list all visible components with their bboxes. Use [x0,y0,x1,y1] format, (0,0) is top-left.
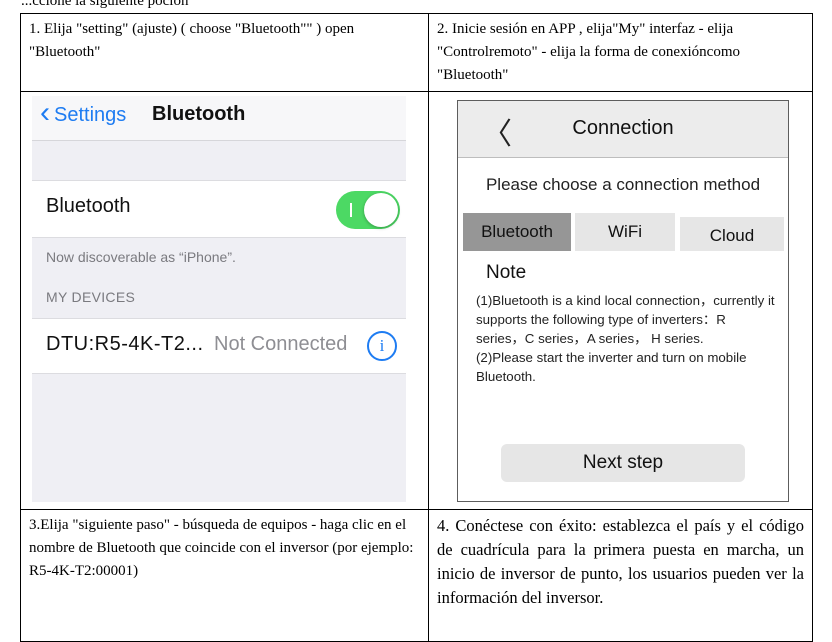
tab-cloud[interactable]: Cloud [680,217,784,251]
page-fragment-text: ...ccione la siguiente poción [21,0,189,9]
instruction-table: 1. Elija "setting" (ajuste) ( choose "Bl… [20,13,813,642]
step-2-cell: 2. Inicie sesión en APP , elija"My" inte… [428,13,813,92]
toggle-knob [364,193,398,227]
ios-bluetooth-screen: ‹ Settings Bluetooth Bluetooth Now disco… [32,96,406,502]
discoverable-note: Now discoverable as “iPhone”. [46,249,236,265]
step-3-cell: 3.Elija "siguiente paso" - búsqueda de e… [20,509,429,642]
chevron-left-icon: ‹ [40,96,50,129]
ios-page-title: Bluetooth [152,103,246,125]
connection-prompt: Please choose a connection method [485,175,761,194]
device-status: Not Connected [214,333,348,355]
step-1-cell: 1. Elija "setting" (ajuste) ( choose "Bl… [20,13,429,92]
bluetooth-label: Bluetooth [46,195,131,217]
note-line-1: (1)Bluetooth is a kind local connection，… [476,293,775,346]
ios-screenshot-cell: ‹ Settings Bluetooth Bluetooth Now disco… [20,91,429,510]
settings-back-button[interactable]: ‹ Settings [40,98,127,128]
app-nav-bar: Connection 〈 [458,101,788,158]
step-4-cell: 4. Conéctese con éxito: establezca el pa… [428,509,813,642]
back-label: Settings [54,103,127,126]
device-name: DTU:R5-4K-T2... [46,333,204,355]
step-3-text: 3.Elija "siguiente paso" - búsqueda de e… [29,517,414,579]
connection-method-tabs: Bluetooth WiFi Cloud [458,213,788,251]
ios-nav-bar: ‹ Settings Bluetooth [32,96,406,141]
tab-wifi[interactable]: WiFi [575,213,675,251]
toggle-on-indicator [350,203,352,217]
step-1-text: 1. Elija "setting" (ajuste) ( choose "Bl… [29,21,355,60]
bluetooth-row: Bluetooth [32,180,406,238]
table-row: 3.Elija "siguiente paso" - búsqueda de e… [20,509,813,642]
note-heading: Note [486,262,527,283]
table-row: ‹ Settings Bluetooth Bluetooth Now disco… [20,91,813,510]
tab-bluetooth[interactable]: Bluetooth [463,213,571,251]
app-screenshot-cell: Connection 〈 Please choose a connection … [428,91,813,510]
note-line-2: (2)Please start the inverter and turn on… [476,350,747,384]
my-devices-header: MY DEVICES [46,289,136,305]
app-connection-screen: Connection 〈 Please choose a connection … [457,100,789,502]
back-chevron-icon[interactable]: 〈 [482,109,512,153]
bluetooth-toggle[interactable] [336,191,400,229]
next-step-button[interactable]: Next step [501,444,745,482]
info-icon[interactable]: i [367,331,397,361]
step-2-text: 2. Inicie sesión en APP , elija"My" inte… [437,21,740,83]
step-4-text: 4. Conéctese con éxito: establezca el pa… [437,516,804,607]
device-row[interactable]: DTU:R5-4K-T2... Not Connected i [32,318,406,374]
table-row: 1. Elija "setting" (ajuste) ( choose "Bl… [20,13,813,92]
note-body: (1)Bluetooth is a kind local connection，… [476,291,776,386]
